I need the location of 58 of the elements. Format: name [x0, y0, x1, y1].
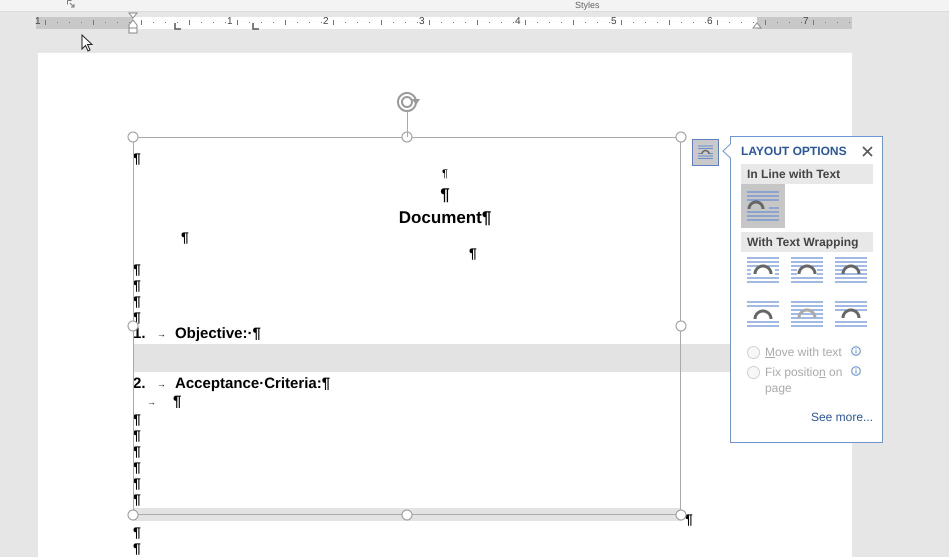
- paragraph-mark: ¶: [469, 245, 477, 261]
- close-icon[interactable]: [862, 146, 873, 156]
- indent-marker-icon[interactable]: [128, 12, 138, 34]
- resize-handle[interactable]: [402, 132, 412, 142]
- tab-stop-icon[interactable]: [174, 23, 181, 30]
- section-heading: In Line with Text: [741, 164, 873, 184]
- info-icon[interactable]: [851, 366, 861, 376]
- paragraph-mark: ¶: [133, 261, 141, 277]
- wrap-option-button[interactable]: [741, 184, 785, 228]
- paragraph-mark: ¶: [133, 277, 141, 293]
- section-heading: With Text Wrapping: [741, 232, 873, 252]
- option-label: Move with text: [765, 344, 843, 360]
- paragraph-mark: ¶: [133, 150, 141, 166]
- paragraph-mark: ¶: [133, 427, 141, 443]
- list-number: 2.: [133, 375, 147, 393]
- paragraph-mark: ¶: [685, 511, 693, 527]
- right-indent-marker-icon[interactable]: [752, 21, 762, 29]
- dialog-launcher-icon[interactable]: [67, 0, 75, 8]
- ruler-number: 4: [514, 16, 522, 27]
- paragraph-mark: ¶: [133, 459, 141, 475]
- ruler-number: 2: [322, 16, 330, 27]
- layout-options-button[interactable]: [692, 139, 719, 166]
- info-icon[interactable]: [851, 346, 861, 356]
- ruler-number: 3: [418, 16, 426, 27]
- paragraph-mark: ¶: [133, 491, 141, 507]
- rotate-handle-icon[interactable]: [396, 91, 422, 137]
- paragraph-mark: ¶: [133, 443, 141, 459]
- ruler-number: 7: [802, 16, 810, 27]
- tab-mark: →: [157, 328, 167, 341]
- wrap-layout-icon: [697, 144, 714, 161]
- paragraph-mark: ¶: [133, 475, 141, 491]
- paragraph-mark: ¶: [133, 411, 141, 427]
- heading-text: Acceptance·Criteria:¶: [175, 375, 330, 393]
- resize-handle[interactable]: [676, 510, 686, 520]
- ruler-number: 1: [226, 16, 234, 27]
- paragraph-mark: ¶: [442, 168, 448, 180]
- paragraph-mark: ¶: [133, 293, 141, 309]
- heading-text: Objective:·¶: [175, 325, 261, 343]
- paragraph-mark: Document¶: [398, 208, 492, 227]
- ribbon-group-label: Styles: [575, 0, 600, 10]
- see-more-link[interactable]: See more...: [741, 410, 873, 424]
- ruler-number: 1: [34, 16, 42, 27]
- ruler-number: 6: [706, 16, 714, 27]
- tab-mark: →: [157, 378, 167, 391]
- option-label: Fix position on page: [765, 364, 844, 396]
- paragraph-mark: ¶: [133, 524, 141, 540]
- resize-handle[interactable]: [128, 510, 138, 520]
- paragraph-mark: ¶: [173, 393, 182, 411]
- resize-handle[interactable]: [128, 132, 138, 142]
- tab-stop-icon[interactable]: [252, 23, 259, 30]
- ruler-number: 5: [610, 16, 618, 27]
- paragraph-mark: ¶: [181, 229, 189, 245]
- resize-handle[interactable]: [676, 320, 686, 332]
- paragraph-mark: ¶: [133, 540, 141, 556]
- paragraph-mark: ¶: [440, 185, 450, 204]
- tab-mark: →: [146, 396, 157, 409]
- resize-handle[interactable]: [676, 132, 686, 142]
- panel-title: LAYOUT OPTIONS: [741, 144, 847, 158]
